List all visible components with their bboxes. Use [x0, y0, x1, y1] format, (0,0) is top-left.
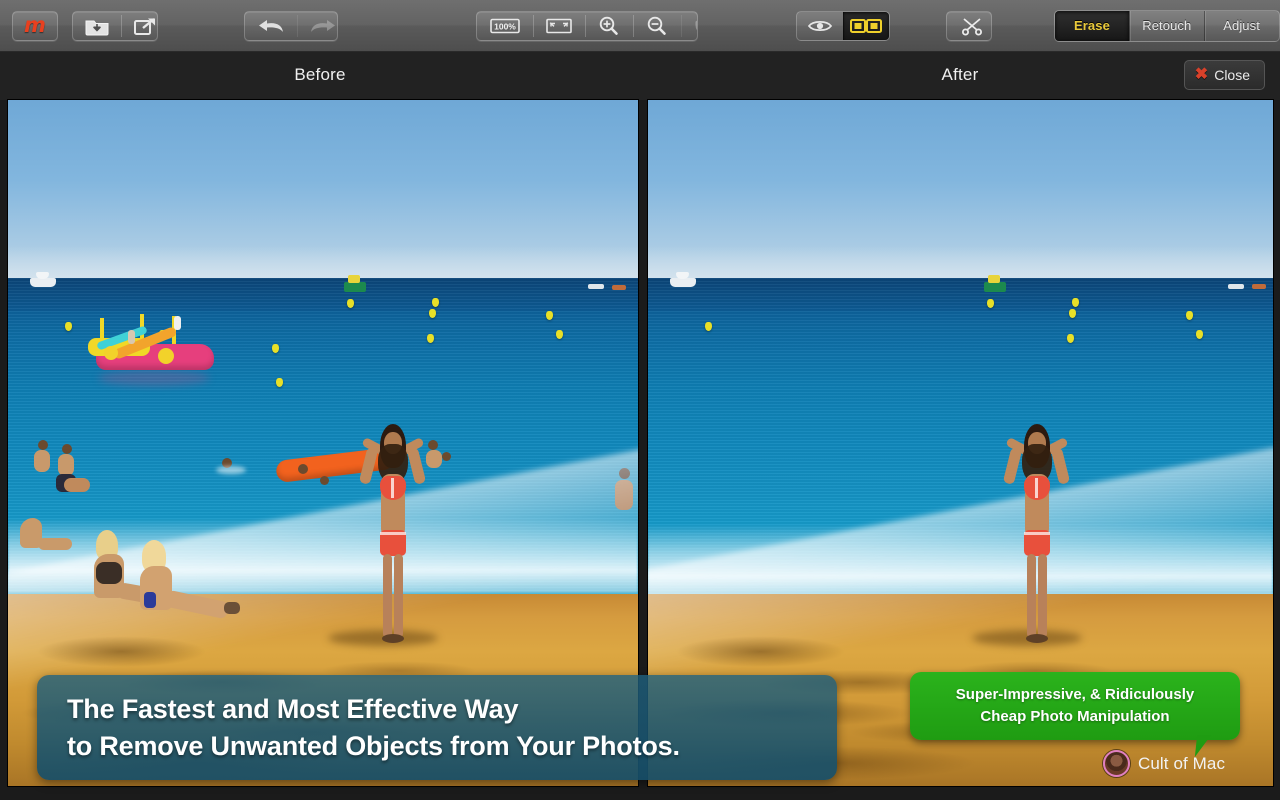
buoy: [1186, 311, 1193, 320]
close-button-label: Close: [1214, 67, 1250, 83]
tab-erase[interactable]: Erase: [1054, 10, 1130, 41]
boat: [30, 278, 56, 287]
buoy: [272, 344, 279, 353]
view-mode-group: [796, 10, 890, 41]
buoy: [1067, 334, 1074, 343]
boat: [344, 282, 366, 292]
boat: [1252, 284, 1266, 289]
photo-editor-window: m 100% Erase Retouch Adjust Before After…: [0, 0, 1280, 800]
boat-cabin: [348, 275, 360, 283]
split-compare-icon[interactable]: [842, 11, 889, 40]
mode-tab-group: Erase Retouch Adjust: [1053, 9, 1280, 42]
boat: [984, 282, 1006, 292]
buoy: [65, 322, 72, 331]
history-button-group: [244, 10, 339, 41]
sky: [648, 100, 1273, 279]
boat-cabin: [988, 275, 1000, 283]
boat-cabin: [36, 272, 49, 279]
main-toolbar: m 100% Erase Retouch Adjust: [0, 0, 1280, 52]
boat: [1228, 284, 1244, 289]
callout-line-1: Super-Impressive, & Ridiculously: [955, 686, 1195, 704]
fit-to-window-icon[interactable]: [533, 12, 585, 40]
undo-icon[interactable]: [245, 12, 297, 40]
share-icon[interactable]: [121, 12, 157, 40]
app-logo-icon: m: [24, 13, 46, 37]
standing-woman: [328, 418, 438, 666]
boat: [670, 278, 696, 287]
app-logo-button[interactable]: m: [12, 10, 58, 41]
redo-icon[interactable]: [297, 12, 337, 40]
close-icon: ✖: [1194, 66, 1209, 83]
buoy: [705, 322, 712, 331]
boat-cabin: [676, 272, 689, 279]
callout-line-2: Cheap Photo Manipulation: [980, 708, 1170, 725]
buoy: [427, 334, 434, 343]
boat: [612, 285, 626, 290]
tab-retouch[interactable]: Retouch: [1129, 10, 1204, 41]
zoom-button-group: 100%: [476, 10, 699, 41]
tab-adjust[interactable]: Adjust: [1204, 10, 1279, 41]
pedalo-water-slide: [88, 308, 218, 386]
compare-header: Before After ✖ Close: [0, 52, 1280, 100]
pan-hand-icon[interactable]: [681, 12, 698, 40]
attribution-name: Cult of Mac: [1138, 753, 1226, 773]
close-button[interactable]: ✖ Close: [1183, 60, 1265, 90]
crop-button-group: [945, 10, 992, 41]
boat: [588, 284, 604, 289]
buoy: [432, 298, 439, 307]
buoy: [556, 330, 563, 339]
avatar: [1103, 750, 1130, 777]
headline-line-1: The Fastest and Most Effective Way: [67, 694, 519, 724]
buoy: [1196, 330, 1203, 339]
buoy: [546, 311, 553, 320]
before-label: Before: [294, 65, 346, 84]
file-button-group: [72, 10, 159, 41]
buoy: [347, 299, 354, 308]
svg-text:100%: 100%: [494, 21, 516, 31]
crop-scissors-icon[interactable]: [947, 12, 991, 40]
sky: [8, 100, 638, 279]
buoy: [987, 299, 994, 308]
zoom-100-icon[interactable]: 100%: [477, 12, 533, 40]
attribution-logo: Cult of Mac: [1103, 750, 1225, 777]
headline-banner: The Fastest and Most Effective Way to Re…: [37, 675, 837, 780]
open-icon[interactable]: [73, 12, 121, 40]
buoy: [1069, 309, 1076, 318]
preview-eye-icon[interactable]: [797, 12, 843, 40]
zoom-in-icon[interactable]: [585, 12, 633, 40]
buoy: [276, 378, 283, 387]
zoom-out-icon[interactable]: [633, 12, 681, 40]
headline-line-2: to Remove Unwanted Objects from Your Pho…: [67, 731, 680, 762]
buoy: [429, 309, 436, 318]
standing-woman: [972, 418, 1082, 666]
buoy: [1072, 298, 1079, 307]
callout-bubble: Super-Impressive, & Ridiculously Cheap P…: [910, 672, 1240, 740]
